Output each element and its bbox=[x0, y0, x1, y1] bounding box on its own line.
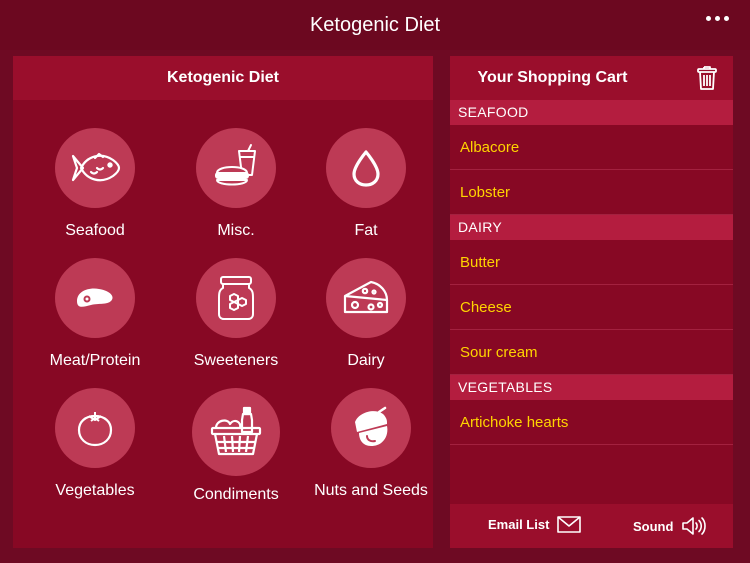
category-circle bbox=[55, 128, 135, 208]
category-label: Misc. bbox=[217, 222, 255, 239]
category-label: Dairy bbox=[347, 352, 385, 369]
category-dairy[interactable]: Dairy bbox=[296, 258, 436, 370]
envelope-icon bbox=[557, 516, 582, 533]
category-panel: Ketogenic Diet Seafood Misc. Fat Meat/Pr… bbox=[13, 56, 433, 548]
category-fat[interactable]: Fat bbox=[296, 128, 436, 240]
category-condiments[interactable]: Condiments bbox=[166, 388, 306, 504]
email-list-button[interactable]: Email List bbox=[488, 516, 582, 533]
cart-footer: Email List Sound bbox=[450, 504, 733, 548]
sound-button[interactable]: Sound bbox=[633, 516, 707, 536]
category-circle bbox=[55, 388, 135, 468]
cart-item[interactable]: Butter bbox=[450, 240, 733, 285]
dot-icon bbox=[705, 15, 711, 21]
category-label: Vegetables bbox=[55, 482, 135, 499]
cart-section-header: DAIRY bbox=[450, 215, 733, 240]
speaker-icon bbox=[682, 517, 707, 535]
category-circle bbox=[331, 388, 411, 468]
cart-section-header: VEGETABLES bbox=[450, 375, 733, 400]
sound-label: Sound bbox=[633, 518, 674, 534]
email-list-label: Email List bbox=[488, 517, 550, 532]
category-seafood[interactable]: Seafood bbox=[25, 128, 165, 240]
category-meat-protein[interactable]: Meat/Protein bbox=[25, 258, 165, 370]
category-circle bbox=[55, 258, 135, 338]
category-circle bbox=[326, 128, 406, 208]
app-title: Ketogenic Diet bbox=[309, 14, 441, 36]
cart-item[interactable]: Albacore bbox=[450, 125, 733, 170]
category-sweeteners[interactable]: Sweeteners bbox=[166, 258, 306, 370]
category-panel-title: Ketogenic Diet bbox=[13, 56, 433, 100]
shopping-cart-panel: Your Shopping Cart SEAFOOD Albacore Lobs… bbox=[450, 56, 733, 548]
category-misc[interactable]: Misc. bbox=[166, 128, 306, 240]
dot-icon bbox=[723, 15, 729, 21]
acorn-icon bbox=[355, 406, 388, 446]
category-label: Meat/Protein bbox=[49, 352, 141, 369]
cart-item[interactable]: Lobster bbox=[450, 170, 733, 215]
cart-title: Your Shopping Cart bbox=[477, 69, 628, 86]
trash-icon[interactable] bbox=[697, 66, 717, 90]
category-circle bbox=[196, 258, 276, 338]
fish-icon bbox=[71, 152, 121, 182]
category-label: Nuts and Seeds bbox=[314, 482, 428, 499]
burger-drink-icon bbox=[215, 144, 256, 186]
cart-item[interactable]: Cheese bbox=[450, 285, 733, 330]
cart-header: Your Shopping Cart bbox=[450, 56, 733, 100]
category-vegetables[interactable]: Vegetables bbox=[25, 388, 165, 500]
category-label: Seafood bbox=[65, 222, 125, 239]
category-label: Fat bbox=[354, 222, 378, 239]
cart-section-header: SEAFOOD bbox=[450, 100, 733, 125]
cart-item[interactable]: Sour cream bbox=[450, 330, 733, 375]
cheese-icon bbox=[343, 280, 389, 314]
category-circle bbox=[192, 388, 280, 476]
steak-icon bbox=[77, 288, 113, 307]
dot-icon bbox=[714, 15, 720, 21]
category-circle bbox=[326, 258, 406, 338]
basket-icon bbox=[210, 406, 262, 456]
drop-icon bbox=[352, 150, 380, 187]
category-grid: Seafood Misc. Fat Meat/Protein Sweetener… bbox=[13, 100, 433, 548]
honey-jar-icon bbox=[218, 276, 254, 320]
category-circle bbox=[196, 128, 276, 208]
cart-list: SEAFOOD Albacore Lobster DAIRY Butter Ch… bbox=[450, 100, 733, 445]
cart-item[interactable]: Artichoke hearts bbox=[450, 400, 733, 445]
more-options-button[interactable] bbox=[702, 8, 732, 28]
category-label: Sweeteners bbox=[193, 352, 279, 369]
category-label: Condiments bbox=[193, 486, 279, 503]
category-nuts-and-seeds[interactable]: Nuts and Seeds bbox=[301, 388, 441, 500]
tomato-icon bbox=[77, 412, 113, 447]
